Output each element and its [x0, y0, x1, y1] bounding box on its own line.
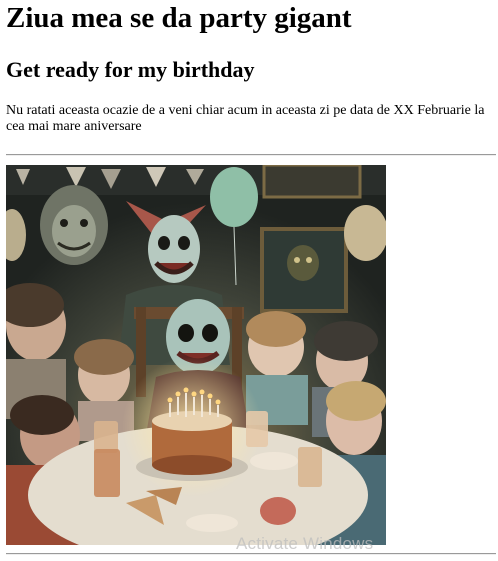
party-photo: [6, 165, 386, 545]
page-subtitle: Get ready for my birthday: [6, 57, 255, 82]
page-title: Ziua mea se da party gigant: [6, 2, 352, 34]
activate-windows-watermark: Activate Windows: [236, 534, 374, 553]
divider-top: [6, 154, 496, 156]
intro-paragraph: Nu ratati aceasta ocazie de a veni chiar…: [6, 103, 485, 134]
party-photo-illustration: [6, 165, 386, 545]
birthday-cake: [122, 357, 262, 497]
